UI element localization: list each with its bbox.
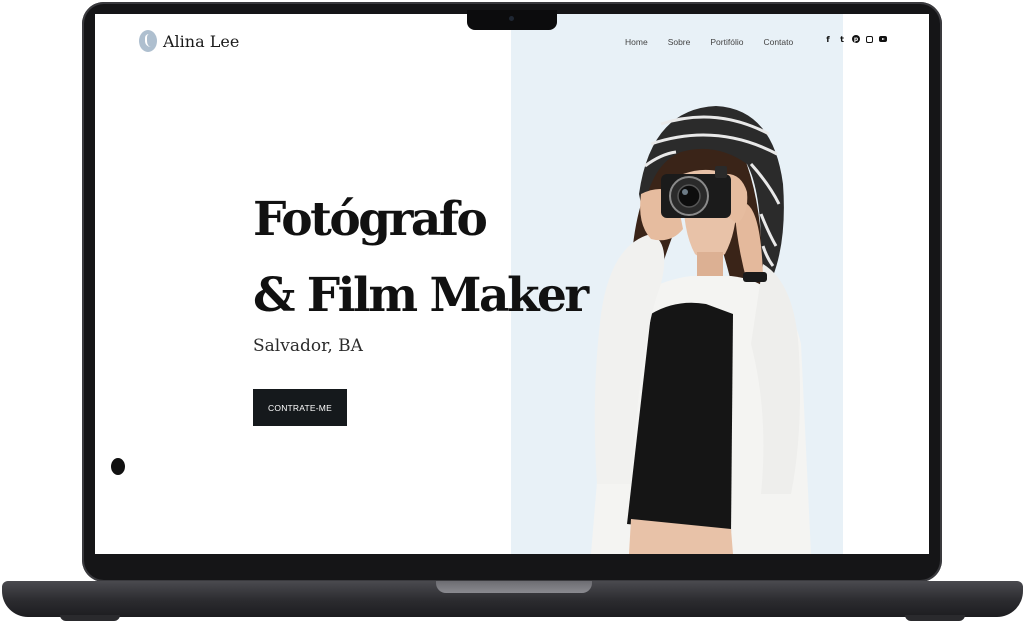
- laptop-base: [2, 581, 1023, 617]
- hero-location: Salvador, BA: [253, 336, 363, 356]
- camera-notch: [467, 10, 557, 30]
- social-links: f t p: [824, 35, 887, 44]
- pinterest-icon[interactable]: p: [852, 35, 860, 43]
- decorative-dot: [111, 458, 125, 475]
- site-logo[interactable]: Alina Lee: [139, 30, 239, 52]
- logo-text: Alina Lee: [163, 31, 240, 51]
- hero-headline: Fotógrafo & Film Maker: [253, 182, 589, 334]
- instagram-icon[interactable]: [866, 35, 873, 43]
- laptop-foot-left: [60, 615, 120, 621]
- headline-line-1: Fotógrafo: [253, 192, 488, 247]
- laptop-foot-right: [905, 615, 965, 621]
- nav-portifolio[interactable]: Portifólio: [710, 37, 743, 47]
- hire-me-button[interactable]: CONTRATE-ME: [253, 389, 347, 426]
- youtube-icon[interactable]: [879, 36, 887, 42]
- headline-line-2: & Film Maker: [253, 268, 589, 323]
- logo-mark-icon: [139, 30, 157, 52]
- facebook-icon[interactable]: f: [824, 35, 832, 44]
- nav-home[interactable]: Home: [625, 37, 648, 47]
- laptop-screen: Alina Lee Home Sobre Portifólio Contato …: [95, 14, 929, 554]
- trackpad-notch: [436, 581, 592, 593]
- nav-contato[interactable]: Contato: [763, 37, 793, 47]
- nav-sobre[interactable]: Sobre: [668, 37, 691, 47]
- webcam-icon: [509, 16, 514, 21]
- twitter-icon[interactable]: t: [838, 35, 846, 44]
- main-nav: Home Sobre Portifólio Contato: [625, 37, 793, 47]
